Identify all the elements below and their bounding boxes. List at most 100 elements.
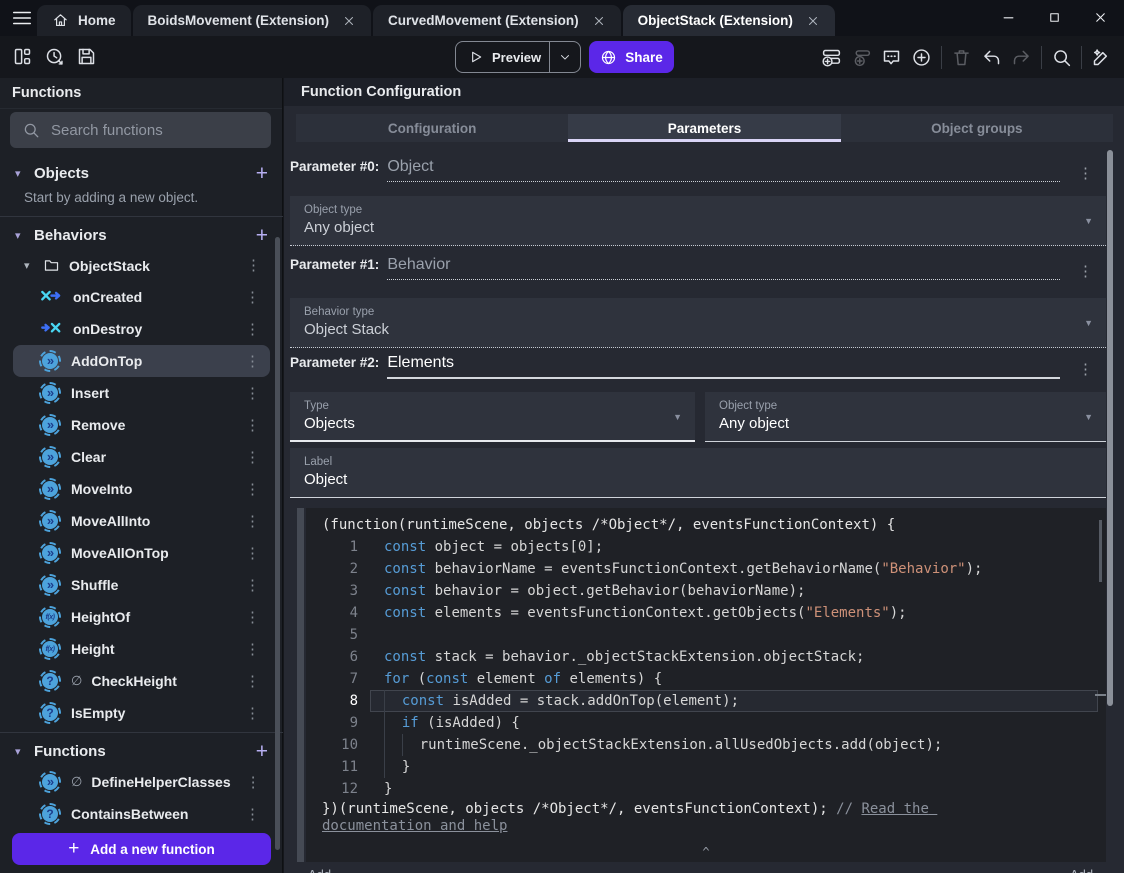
kebab-menu-icon[interactable]: ⋮	[242, 775, 265, 790]
code-line-8[interactable]: 8 const isAdded = stack.addOnTop(element…	[306, 690, 1106, 712]
event-drag-handle[interactable]	[297, 508, 304, 862]
edit-magic-icon[interactable]	[1091, 47, 1112, 68]
code-editor-scrollbar[interactable]	[1099, 520, 1102, 582]
kebab-menu-icon[interactable]: ⋮	[241, 674, 264, 689]
sidebar-item-moveallinto[interactable]: » MoveAllInto ⋮	[13, 505, 270, 537]
add-object-button[interactable]: +	[256, 163, 268, 184]
comment-icon[interactable]	[881, 47, 902, 68]
tab-home[interactable]: Home	[37, 5, 131, 36]
add-event-icon[interactable]	[821, 47, 842, 68]
code-line-4[interactable]: 4 const elements = eventsFunctionContext.…	[306, 602, 1106, 624]
preview-button[interactable]: Preview	[455, 41, 581, 73]
kebab-menu-icon[interactable]: ⋮	[241, 807, 264, 822]
parameter-2-label-input[interactable]: Label Object	[290, 448, 1106, 498]
add-circle-icon[interactable]	[911, 47, 932, 68]
code-line-11[interactable]: 11 }	[306, 756, 1106, 778]
javascript-code-editor[interactable]: (function(runtimeScene, objects /*Object…	[306, 508, 1106, 862]
code-line-1[interactable]: 1 const object = objects[0];	[306, 536, 1106, 558]
clipped-add-right-text[interactable]: Add	[1070, 868, 1093, 873]
history-icon[interactable]	[44, 46, 65, 67]
code-line-5[interactable]: 5	[306, 624, 1106, 646]
behavior-group-objectstack[interactable]: ▾ ObjectStack ⋮	[13, 250, 270, 281]
parameter-1-name-input[interactable]: Behavior	[387, 256, 1060, 280]
close-icon[interactable]	[1093, 10, 1108, 25]
kebab-menu-icon[interactable]: ⋮	[241, 386, 264, 401]
parameter-2-type-select[interactable]: Type Objects ▼	[290, 392, 695, 442]
sidebar-item-definehelperclasses[interactable]: » ∅ DefineHelperClasses ⋮	[13, 766, 270, 798]
parameter-1-menu-icon[interactable]: ⋮	[1072, 260, 1099, 282]
collapse-caret[interactable]: ^	[306, 845, 1106, 859]
sidebar-item-containsbetween[interactable]: ? ContainsBetween ⋮	[13, 798, 270, 830]
maximize-icon[interactable]	[1047, 10, 1062, 25]
kebab-menu-icon[interactable]: ⋮	[241, 482, 264, 497]
code-line-6[interactable]: 6 const stack = behavior._objectStackExte…	[306, 646, 1106, 668]
code-line-12[interactable]: 12}	[306, 778, 1106, 800]
close-icon[interactable]	[592, 14, 606, 28]
close-icon[interactable]	[806, 14, 820, 28]
code-line-3[interactable]: 3 const behavior = object.getBehavior(beh…	[306, 580, 1106, 602]
tab-parameters[interactable]: Parameters	[568, 114, 841, 142]
sidebar-scrollbar[interactable]	[275, 237, 280, 850]
sidebar-item-moveallontop[interactable]: » MoveAllOnTop ⋮	[13, 537, 270, 569]
hamburger-menu-icon[interactable]	[11, 7, 33, 29]
panels-icon[interactable]	[12, 46, 33, 67]
kebab-menu-icon[interactable]: ⋮	[242, 258, 265, 273]
tab-object-groups[interactable]: Object groups	[841, 114, 1113, 142]
section-functions[interactable]: ▾ Functions +	[0, 736, 283, 766]
code-line-10[interactable]: 10 runtimeScene._objectStackExtension.al…	[306, 734, 1106, 756]
kebab-menu-icon[interactable]: ⋮	[241, 610, 264, 625]
chevron-down-icon[interactable]	[558, 50, 572, 64]
parameter-0-menu-icon[interactable]: ⋮	[1072, 162, 1099, 184]
parameter-0-object-type-select[interactable]: Object type Any object ▼	[290, 196, 1106, 246]
tab-boidsmovement-extension-[interactable]: BoidsMovement (Extension)	[132, 5, 372, 36]
clipped-add-left-text[interactable]: Add	[308, 868, 331, 873]
tab-curvedmovement-extension-[interactable]: CurvedMovement (Extension)	[373, 5, 621, 36]
sidebar-item-isempty[interactable]: ? IsEmpty ⋮	[13, 697, 270, 729]
sidebar-item-height[interactable]: f(x) Height ⋮	[13, 633, 270, 665]
kebab-menu-icon[interactable]: ⋮	[241, 450, 264, 465]
sidebar-item-moveinto[interactable]: » MoveInto ⋮	[13, 473, 270, 505]
tab-configuration[interactable]: Configuration	[296, 114, 568, 142]
code-line-9[interactable]: 9 if (isAdded) {	[306, 712, 1106, 734]
add-behavior-button[interactable]: +	[256, 225, 268, 246]
private-symbol: ∅	[71, 774, 83, 789]
add-free-function-button[interactable]: +	[256, 741, 268, 762]
sidebar-item-insert[interactable]: » Insert ⋮	[13, 377, 270, 409]
save-icon[interactable]	[76, 46, 97, 67]
section-behaviors[interactable]: ▾ Behaviors +	[0, 220, 283, 250]
parameter-2-object-type-select[interactable]: Object type Any object ▼	[705, 392, 1106, 442]
kebab-menu-icon[interactable]: ⋮	[241, 290, 264, 305]
sidebar-item-clear[interactable]: » Clear ⋮	[13, 441, 270, 473]
search-icon[interactable]	[1051, 47, 1072, 68]
add-new-function-button[interactable]: + Add a new function	[12, 833, 271, 865]
sidebar-item-remove[interactable]: » Remove ⋮	[13, 409, 270, 441]
code-line-7[interactable]: 7 for (const element of elements) {	[306, 668, 1106, 690]
kebab-menu-icon[interactable]: ⋮	[241, 546, 264, 561]
kebab-menu-icon[interactable]: ⋮	[241, 354, 264, 369]
kebab-menu-icon[interactable]: ⋮	[241, 578, 264, 593]
share-button[interactable]: Share	[589, 41, 674, 73]
code-line-2[interactable]: 2 const behaviorName = eventsFunctionCont…	[306, 558, 1106, 580]
kebab-menu-icon[interactable]: ⋮	[241, 514, 264, 529]
sidebar-item-addontop[interactable]: » AddOnTop ⋮	[13, 345, 270, 377]
sidebar-item-checkheight[interactable]: ? ∅ CheckHeight ⋮	[13, 665, 270, 697]
kebab-menu-icon[interactable]: ⋮	[241, 642, 264, 657]
kebab-menu-icon[interactable]: ⋮	[241, 706, 264, 721]
parameter-0-name-input[interactable]: Object	[387, 158, 1060, 182]
close-icon[interactable]	[342, 14, 356, 28]
sidebar-item-ondestroy[interactable]: onDestroy ⋮	[13, 313, 270, 345]
sidebar-item-oncreated[interactable]: onCreated ⋮	[13, 281, 270, 313]
minimize-icon[interactable]	[1001, 10, 1016, 25]
sidebar-item-shuffle[interactable]: » Shuffle ⋮	[13, 569, 270, 601]
main-panel-scrollbar[interactable]	[1107, 150, 1113, 706]
parameter-2-name-input[interactable]: Elements	[387, 354, 1060, 379]
undo-icon[interactable]	[981, 47, 1002, 68]
kebab-menu-icon[interactable]: ⋮	[241, 418, 264, 433]
kebab-menu-icon[interactable]: ⋮	[241, 322, 264, 337]
section-objects[interactable]: ▾ Objects +	[0, 158, 283, 188]
parameter-1-behavior-type-select[interactable]: Behavior type Object Stack ▼	[290, 298, 1106, 348]
parameter-2-menu-icon[interactable]: ⋮	[1072, 358, 1099, 380]
search-functions-input[interactable]: Search functions	[10, 112, 271, 148]
sidebar-item-heightof[interactable]: f(x) HeightOf ⋮	[13, 601, 270, 633]
tab-objectstack-extension-[interactable]: ObjectStack (Extension)	[622, 5, 835, 36]
